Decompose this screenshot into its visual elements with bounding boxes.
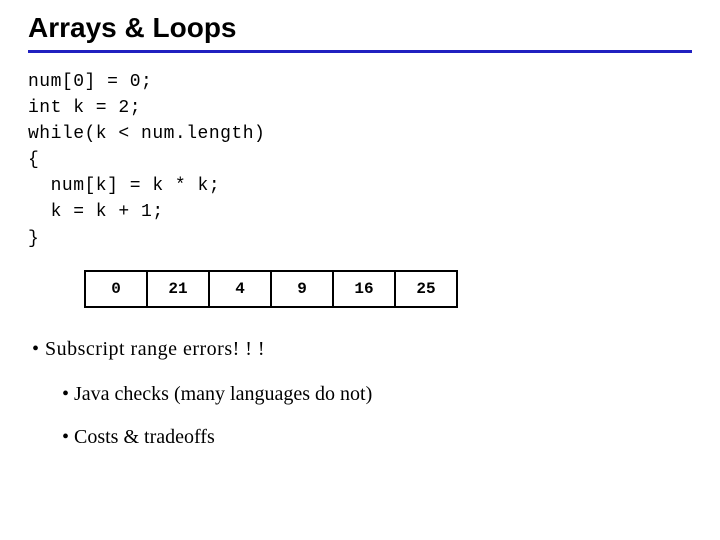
array-cell: 21 bbox=[147, 271, 209, 307]
array-row: 0 21 4 9 16 25 bbox=[85, 271, 457, 307]
bullet-costs-tradeoffs: • Costs & tradeoffs bbox=[62, 420, 692, 455]
title-underline bbox=[28, 50, 692, 53]
slide: Arrays & Loops num[0] = 0; int k = 2; wh… bbox=[0, 0, 720, 540]
array-cell: 16 bbox=[333, 271, 395, 307]
bullet-java-checks: • Java checks (many languages do not) bbox=[62, 377, 692, 412]
bullets-list: • Subscript range errors! ! ! • Java che… bbox=[28, 332, 692, 455]
array-cell: 0 bbox=[85, 271, 147, 307]
code-block: num[0] = 0; int k = 2; while(k < num.len… bbox=[28, 69, 692, 252]
array-cell: 9 bbox=[271, 271, 333, 307]
slide-title: Arrays & Loops bbox=[28, 12, 692, 44]
array-cell: 25 bbox=[395, 271, 457, 307]
array-table: 0 21 4 9 16 25 bbox=[84, 270, 458, 308]
array-cell: 4 bbox=[209, 271, 271, 307]
bullet-subscript-errors: • Subscript range errors! ! ! bbox=[32, 332, 692, 367]
